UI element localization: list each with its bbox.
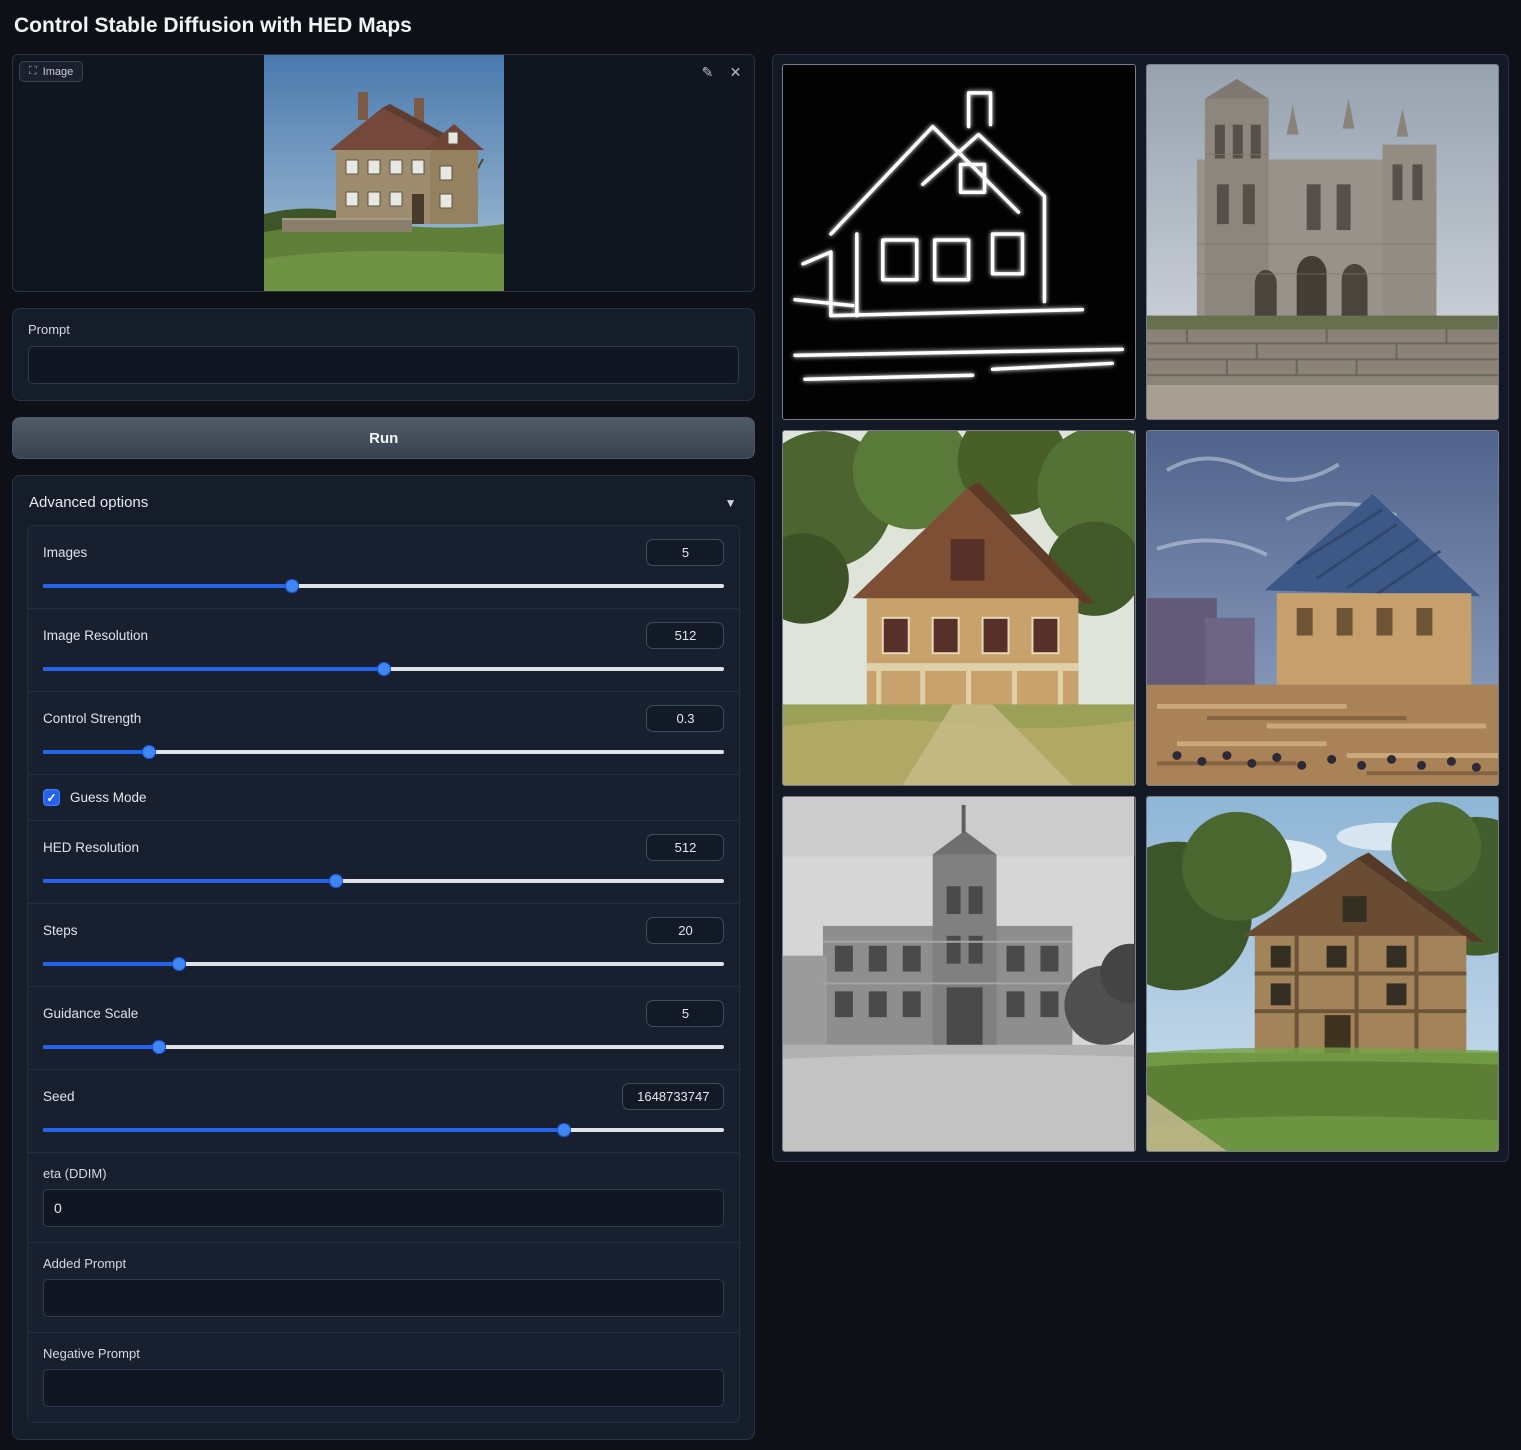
slider-control-strength[interactable] [43,745,724,759]
run-button[interactable]: Run [12,417,755,459]
slider-label-hed-resolution: HED Resolution [43,840,139,855]
edit-image-button[interactable]: ✎ [695,60,719,84]
prompt-label: Prompt [28,322,739,337]
slider-value-hed-resolution[interactable]: 512 [646,834,724,861]
slider-hed-resolution[interactable] [43,874,724,888]
gallery-item-cathedral[interactable] [1146,64,1499,420]
slider-thumb[interactable] [142,745,156,759]
slider-label-guidance-scale: Guidance Scale [43,1006,138,1021]
slider-steps[interactable] [43,957,724,971]
hed-edge-map-image [783,65,1134,419]
added-prompt-input[interactable] [43,1279,724,1317]
timber-house-image [1147,797,1498,1151]
app-root: Control Stable Diffusion with HED Maps ⛶… [0,0,1521,1450]
slider-row-steps: Steps 20 [28,903,739,986]
eta-row: eta (DDIM) [28,1152,739,1242]
slider-track[interactable] [43,879,724,883]
house-painting-image [783,431,1134,785]
output-gallery [772,54,1509,1162]
slider-row-guidance-scale: Guidance Scale 5 [28,986,739,1069]
slider-track[interactable] [43,962,724,966]
slider-track[interactable] [43,584,724,588]
slider-track[interactable] [43,1045,724,1049]
image-label-badge: ⛶ Image [19,61,83,82]
guess-mode-row: Guess Mode [28,774,739,820]
slider-label-steps: Steps [43,923,78,938]
page-title: Control Stable Diffusion with HED Maps [14,14,1509,38]
advanced-options-accordion[interactable]: Advanced options ▼ [27,484,740,525]
slider-seed[interactable] [43,1123,724,1137]
impressionist-building-image [1147,431,1498,785]
slider-thumb[interactable] [377,662,391,676]
slider-row-control-strength: Control Strength 0.3 [28,691,739,774]
added-prompt-label: Added Prompt [43,1256,724,1271]
cathedral-image [1147,65,1498,419]
negative-prompt-input[interactable] [43,1369,724,1407]
eta-label: eta (DDIM) [43,1166,724,1181]
slider-value-control-strength[interactable]: 0.3 [646,705,724,732]
slider-row-hed-resolution: HED Resolution 512 [28,820,739,903]
negative-prompt-row: Negative Prompt [28,1332,739,1422]
eta-input[interactable] [43,1189,724,1227]
input-image-photo [264,54,504,292]
slider-label-seed: Seed [43,1089,75,1104]
slider-track[interactable] [43,1128,724,1132]
slider-label-control-strength: Control Strength [43,711,141,726]
slider-row-image-resolution: Image Resolution 512 [28,608,739,691]
guess-mode-label: Guess Mode [70,790,147,805]
slider-thumb[interactable] [557,1123,571,1137]
image-label: Image [43,66,74,78]
slider-thumb[interactable] [152,1040,166,1054]
gallery-item-bw-building[interactable] [782,796,1135,1152]
gallery-item-house-painting[interactable] [782,430,1135,786]
slider-thumb[interactable] [329,874,343,888]
slider-guidance-scale[interactable] [43,1040,724,1054]
slider-value-seed[interactable]: 1648733747 [622,1083,724,1110]
main-layout: ⛶ Image ✎ ✕ [12,54,1509,1440]
image-icon: ⛶ [29,65,37,78]
prompt-input[interactable] [28,346,739,384]
gallery-item-impressionist-building[interactable] [1146,430,1499,786]
guess-mode-checkbox[interactable] [43,789,60,806]
slider-thumb[interactable] [172,957,186,971]
slider-value-guidance-scale[interactable]: 5 [646,1000,724,1027]
clear-image-button[interactable]: ✕ [723,60,747,84]
slider-image-resolution[interactable] [43,662,724,676]
accordion-caret-icon: ▼ [725,496,737,510]
image-upload[interactable]: ⛶ Image ✎ ✕ [12,54,755,292]
negative-prompt-label: Negative Prompt [43,1346,724,1361]
advanced-options-body: Images 5 Image Resolution 512 [27,525,740,1423]
slider-thumb[interactable] [285,579,299,593]
prompt-panel: Prompt [12,308,755,401]
left-column: ⛶ Image ✎ ✕ [12,54,755,1440]
input-image-canvas [13,55,754,291]
slider-value-steps[interactable]: 20 [646,917,724,944]
slider-row-seed: Seed 1648733747 [28,1069,739,1152]
slider-value-images[interactable]: 5 [646,539,724,566]
slider-label-image-resolution: Image Resolution [43,628,148,643]
added-prompt-row: Added Prompt [28,1242,739,1332]
gallery-item-timber-house[interactable] [1146,796,1499,1152]
advanced-options-label: Advanced options [29,494,148,511]
bw-building-image [783,797,1134,1151]
slider-value-image-resolution[interactable]: 512 [646,622,724,649]
image-toolbar: ✎ ✕ [695,60,747,84]
slider-row-images: Images 5 [28,526,739,608]
slider-label-images: Images [43,545,87,560]
gallery-item-hed-edge-map[interactable] [782,64,1135,420]
advanced-options-panel: Advanced options ▼ Images 5 [12,475,755,1440]
slider-images[interactable] [43,579,724,593]
